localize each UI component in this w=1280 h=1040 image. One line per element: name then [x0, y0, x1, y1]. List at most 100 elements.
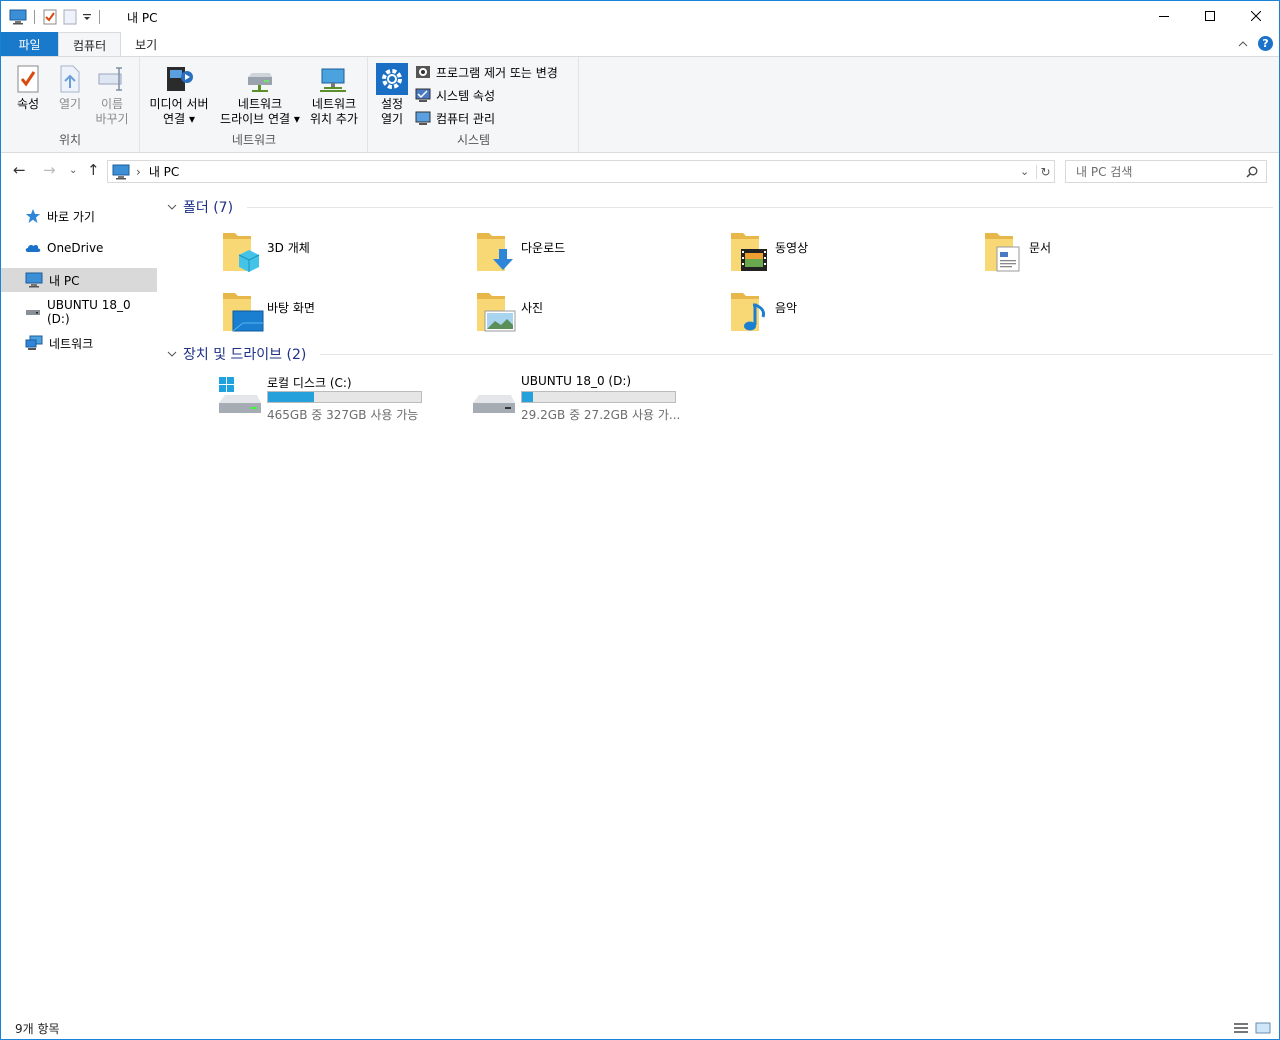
tab-file[interactable]: 파일 — [1, 32, 58, 56]
refresh-icon[interactable]: ↻ — [1036, 164, 1054, 179]
back-button[interactable]: ← — [13, 161, 26, 179]
large-icons-view-icon[interactable] — [1255, 1022, 1271, 1034]
folder-pictures-icon — [477, 293, 516, 332]
ribbon-group-network: 미디어 서버 연결 ▾ 네트워크 드라이브 연결 ▾ 네트워크 위치 추가 네트… — [141, 57, 368, 152]
settings-label-2: 열기 — [380, 112, 404, 126]
drive-c[interactable]: 로컬 디스크 (C:) 465GB 중 327GB 사용 가능 — [217, 373, 477, 423]
folder-label: 동영상 — [775, 241, 809, 255]
folder-desktop[interactable]: 바탕 화면 — [221, 287, 461, 339]
collapse-ribbon-icon[interactable] — [1238, 40, 1248, 48]
system-properties-label: 시스템 속성 — [436, 88, 496, 103]
search-input[interactable]: 내 PC 검색 — [1076, 163, 1246, 180]
minimize-icon — [1159, 16, 1169, 17]
computer-management-label: 컴퓨터 관리 — [436, 111, 496, 126]
address-row: ← → ⌄ ↑ › 내 PC ⌄ ↻ 내 PC 검색 — [1, 157, 1279, 185]
uninstall-label: 프로그램 제거 또는 변경 — [436, 65, 558, 80]
address-bar[interactable]: › 내 PC ⌄ ↻ — [107, 160, 1055, 183]
folder-videos[interactable]: 동영상 — [729, 227, 969, 279]
rename-label-1: 이름 — [100, 97, 124, 111]
explorer-window: 내 PC 파일 컴퓨터 보기 ? 속성 열기 이름 바꾸기 위치 미디어 서버 … — [0, 0, 1280, 1040]
rename-label-2: 바꾸기 — [95, 112, 129, 126]
media-server-label-1: 미디어 서버 — [149, 97, 209, 111]
system-group-label: 시스템 — [456, 133, 491, 147]
nav-item-network[interactable]: 네트워크 — [1, 331, 157, 355]
network-icon — [25, 335, 43, 350]
folder-music[interactable]: 음악 — [729, 287, 969, 339]
folder-downloads-icon — [477, 233, 513, 271]
nav-item-ubuntu-drive[interactable]: UBUNTU 18_0 (D:) — [1, 298, 157, 326]
folder-downloads[interactable]: 다운로드 — [475, 227, 715, 279]
details-view-icon[interactable] — [1233, 1022, 1249, 1034]
system-properties-button[interactable]: 시스템 속성 — [415, 85, 495, 105]
close-button[interactable] — [1233, 1, 1279, 31]
folder-label: 다운로드 — [521, 241, 566, 255]
rename-button[interactable]: 이름 바꾸기 — [93, 61, 131, 127]
rename-icon — [98, 67, 122, 91]
nav-item-this-pc[interactable]: 내 PC — [1, 268, 157, 292]
system-properties-icon — [415, 88, 431, 102]
forward-button[interactable]: → — [43, 161, 56, 179]
nav-item-onedrive[interactable]: OneDrive — [1, 236, 157, 260]
content-pane: 폴더 (7) 3D 개체 다운로드 동영상 문서 바탕 화면 사진 음악 장치 … — [161, 187, 1279, 1017]
nav-label: UBUNTU 18_0 (D:) — [46, 298, 131, 326]
nav-label: OneDrive — [47, 241, 104, 255]
nav-item-quick-access[interactable]: 바로 가기 — [1, 204, 157, 228]
minimize-button[interactable] — [1141, 1, 1187, 31]
drive-label: UBUNTU 18_0 (D:) — [521, 374, 632, 388]
tab-computer[interactable]: 컴퓨터 — [58, 32, 122, 57]
properties-button[interactable]: 속성 — [9, 61, 47, 112]
open-button[interactable]: 열기 — [53, 61, 87, 112]
nav-label: 네트워크 — [49, 336, 94, 351]
drives-section-header[interactable]: 장치 및 드라이브 (2) — [167, 344, 1273, 364]
drives-header-label: 장치 및 드라이브 (2) — [183, 347, 307, 363]
folder-label: 사진 — [521, 301, 544, 315]
folder-label: 음악 — [775, 301, 798, 315]
properties-check-icon[interactable] — [42, 9, 58, 25]
drive-d[interactable]: UBUNTU 18_0 (D:) 29.2GB 중 27.2GB 사용 가... — [471, 373, 731, 423]
computer-management-button[interactable]: 컴퓨터 관리 — [415, 108, 495, 128]
computer-management-icon — [415, 111, 431, 125]
ribbon-tabs: 파일 컴퓨터 보기 ? — [1, 32, 1279, 57]
search-box[interactable]: 내 PC 검색 — [1065, 160, 1267, 183]
title-bar: 내 PC — [1, 1, 1279, 32]
uninstall-program-button[interactable]: 프로그램 제거 또는 변경 — [415, 62, 558, 82]
drive-usage-bar — [267, 391, 422, 403]
up-button[interactable]: ↑ — [87, 161, 100, 179]
help-icon[interactable]: ? — [1258, 36, 1273, 51]
map-network-drive-button[interactable]: 네트워크 드라이브 연결 ▾ — [217, 61, 303, 127]
properties-label: 속성 — [16, 97, 40, 111]
folder-3d-objects[interactable]: 3D 개체 — [221, 227, 461, 279]
open-label: 열기 — [58, 97, 82, 111]
settings-label-1: 설정 — [380, 97, 404, 111]
folder-label: 문서 — [1029, 241, 1052, 255]
breadcrumb-separator-icon[interactable]: › — [136, 165, 141, 179]
drive-usage-fill — [522, 392, 533, 402]
address-dropdown-icon[interactable]: ⌄ — [1020, 165, 1036, 178]
removable-drive-icon — [473, 395, 515, 413]
add-location-label-1: 네트워크 — [311, 97, 357, 111]
breadcrumb-this-pc[interactable]: 내 PC — [149, 163, 179, 180]
media-server-icon — [167, 67, 193, 91]
maximize-button[interactable] — [1187, 1, 1233, 31]
chevron-down-icon — [167, 351, 177, 357]
ribbon: 속성 열기 이름 바꾸기 위치 미디어 서버 연결 ▾ 네트워크 드라이브 연결… — [1, 56, 1279, 153]
chevron-down-icon — [167, 204, 177, 210]
add-location-label-2: 위치 추가 — [310, 112, 358, 126]
folder-documents[interactable]: 문서 — [983, 227, 1223, 279]
computer-icon — [112, 164, 130, 179]
customize-dropdown-icon[interactable] — [82, 9, 92, 25]
tab-view[interactable]: 보기 — [121, 32, 171, 56]
drive-usage-bar — [521, 391, 676, 403]
windows-drive-icon — [219, 377, 261, 413]
close-icon — [1251, 11, 1261, 21]
add-network-location-button[interactable]: 네트워크 위치 추가 — [305, 61, 363, 127]
open-settings-button[interactable]: 설정 열기 — [373, 61, 411, 127]
folders-section-header[interactable]: 폴더 (7) — [167, 197, 1273, 217]
item-count: 9개 항목 — [15, 1021, 60, 1036]
media-server-button[interactable]: 미디어 서버 연결 ▾ — [145, 61, 213, 127]
network-group-label: 네트워크 — [231, 133, 277, 147]
new-folder-icon[interactable] — [62, 9, 78, 25]
folder-desktop-icon — [223, 293, 264, 332]
recent-locations-chevron-icon[interactable]: ⌄ — [69, 165, 77, 176]
folder-pictures[interactable]: 사진 — [475, 287, 715, 339]
